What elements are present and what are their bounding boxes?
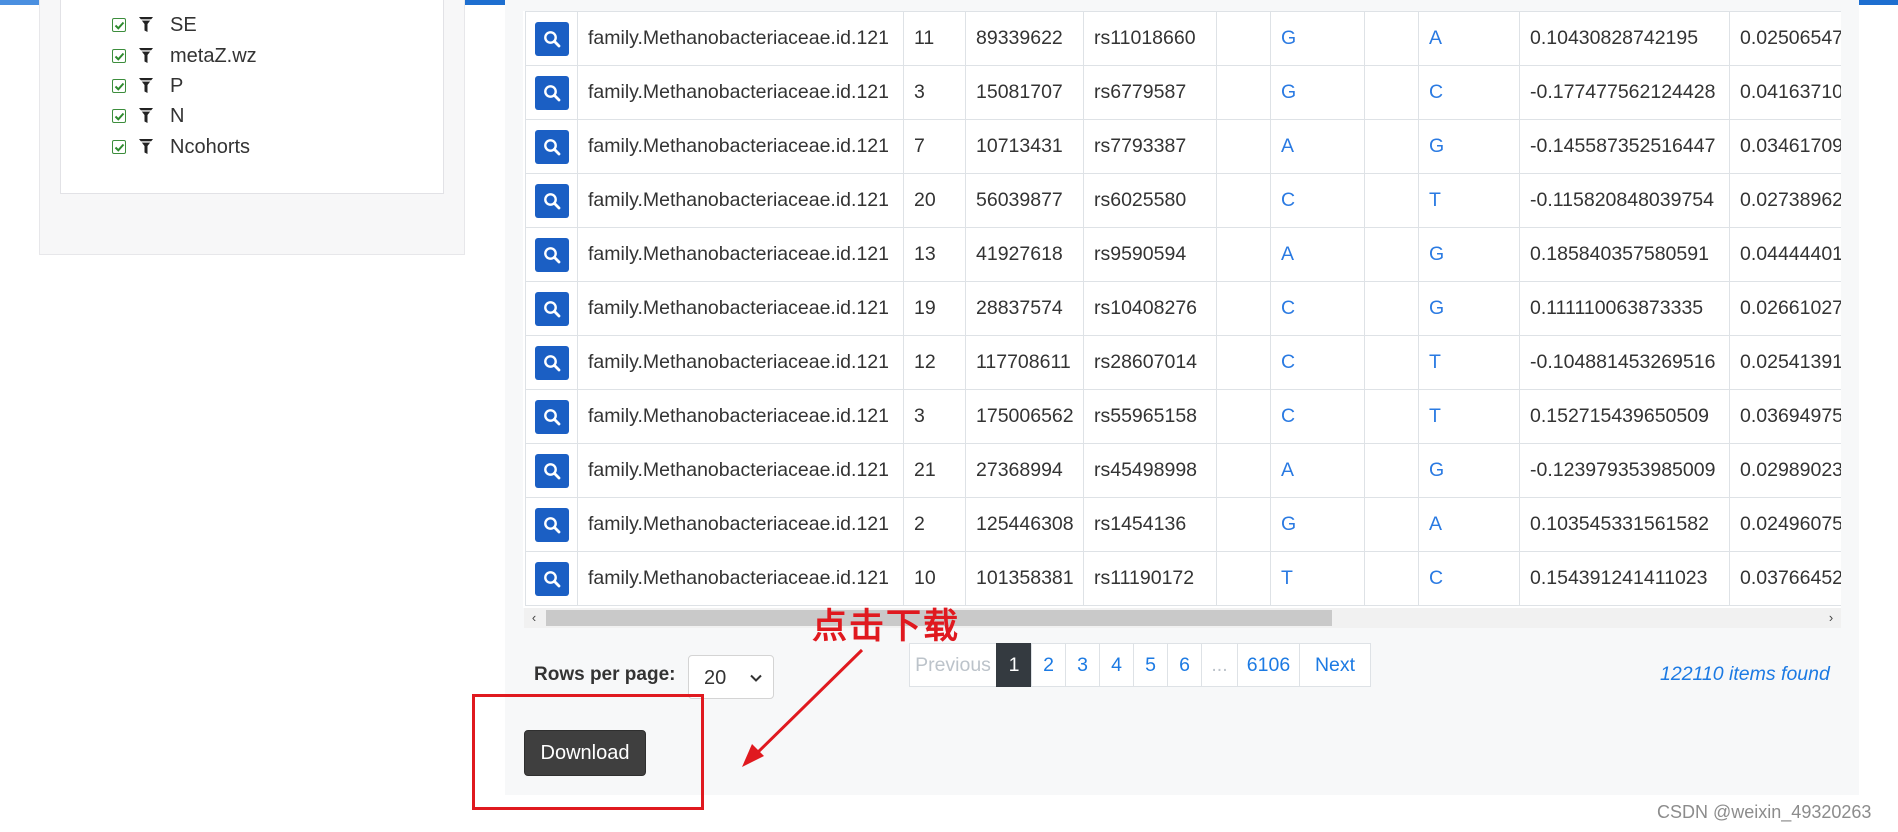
watermark: CSDN @weixin_49320263 xyxy=(1657,802,1872,822)
annotation-arrow-icon xyxy=(742,648,864,767)
